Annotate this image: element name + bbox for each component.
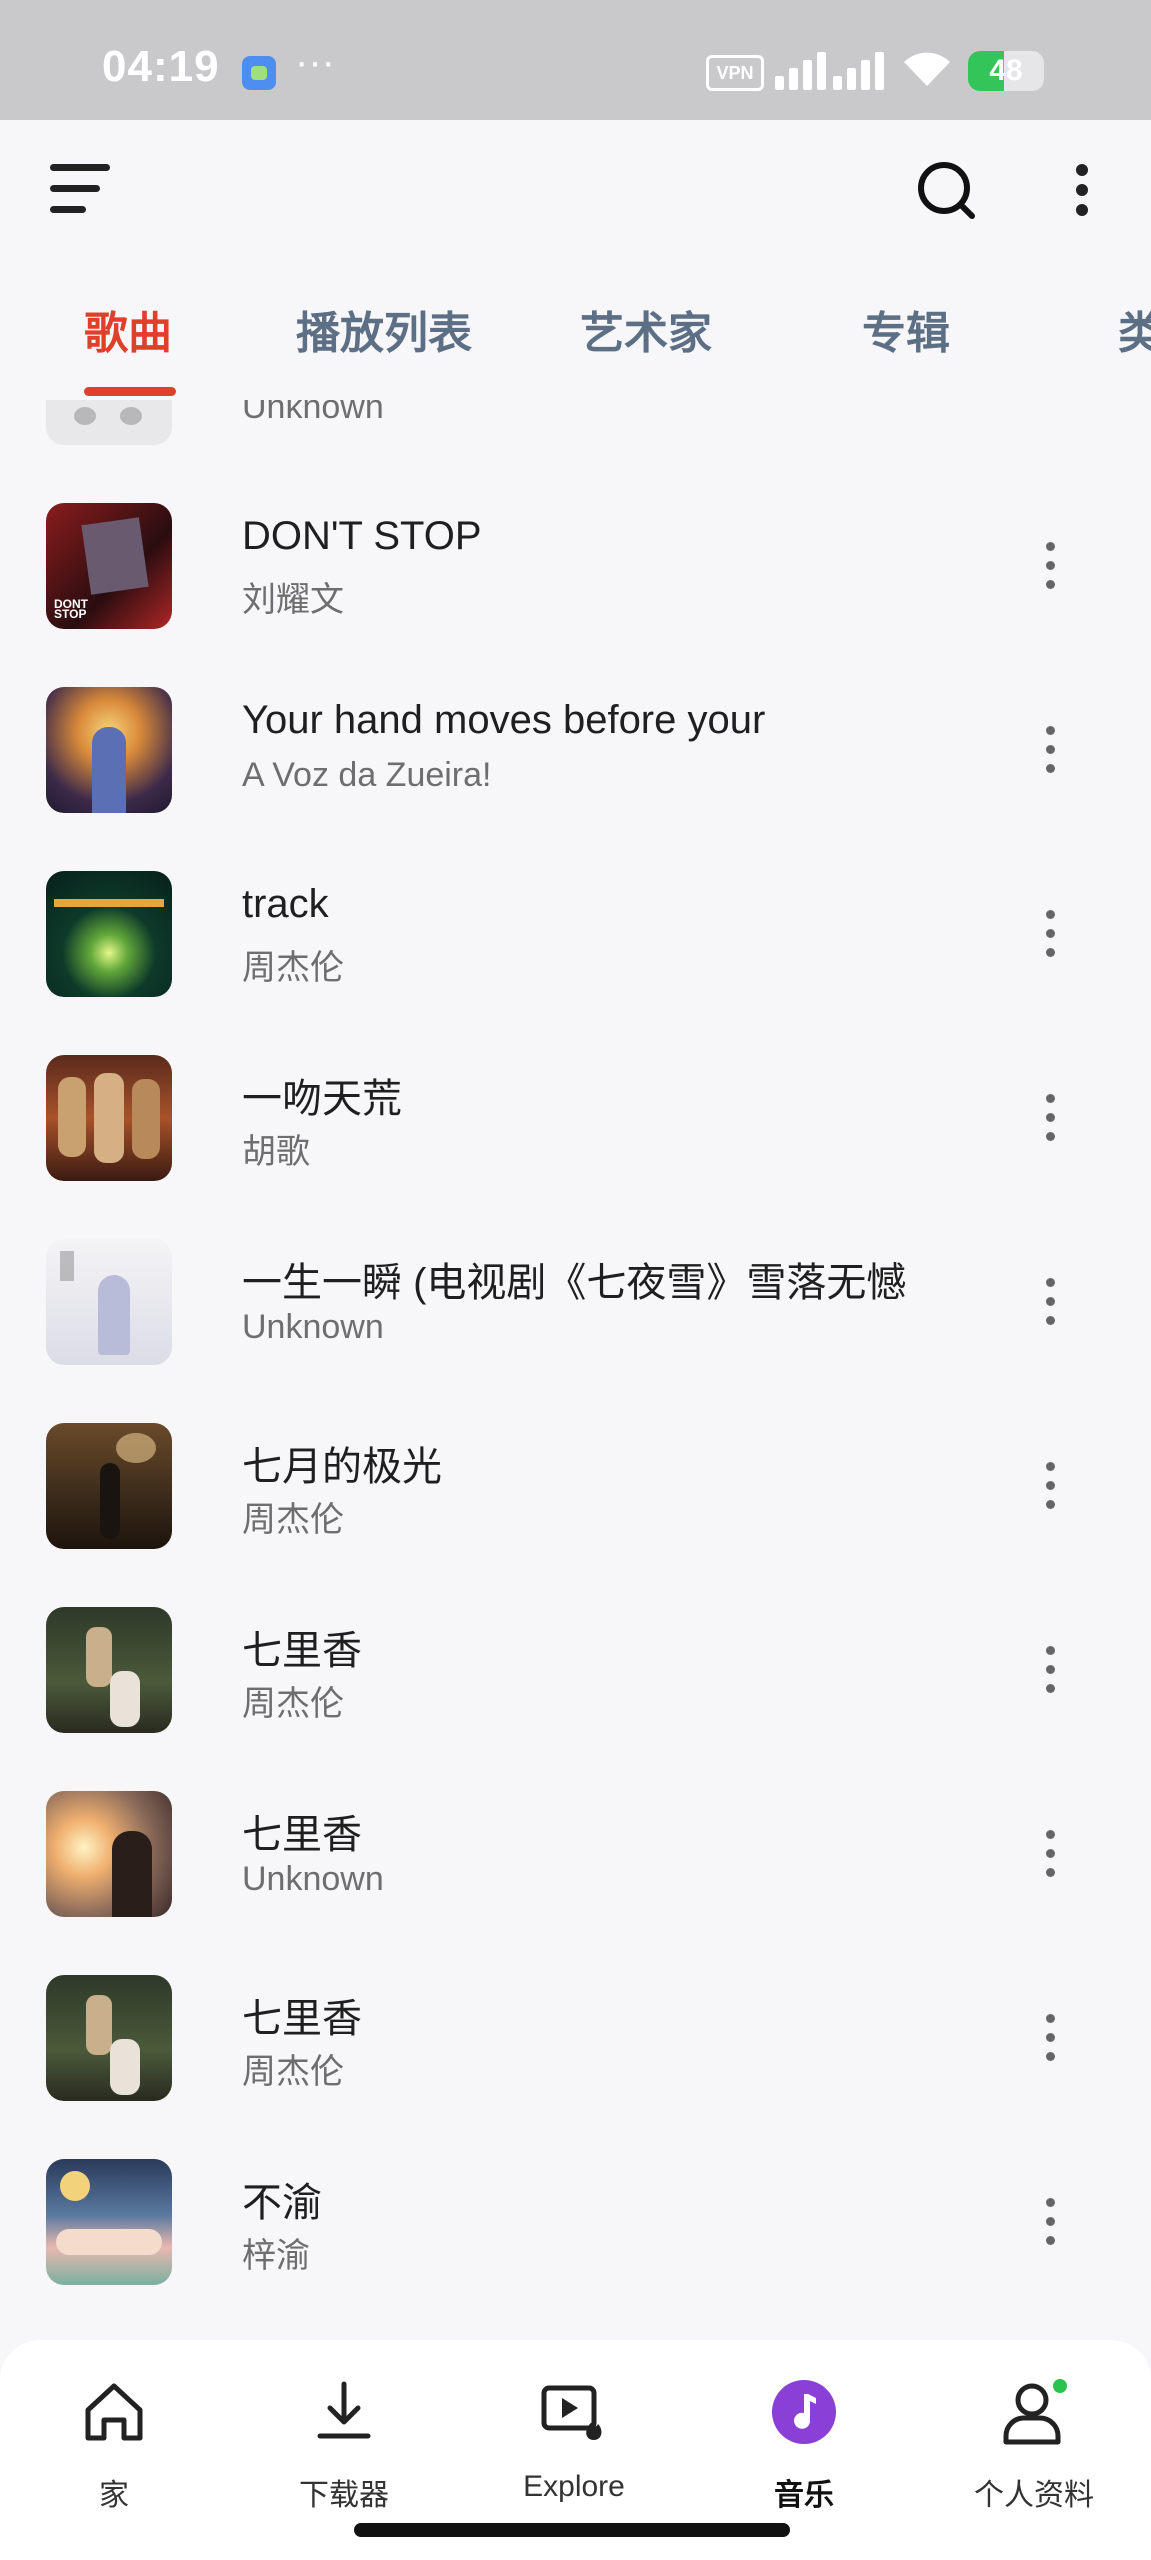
song-row[interactable]: 一生一瞬 (电视剧《七夜雪》雪落无憾 Unknown bbox=[0, 1210, 1151, 1394]
nav-music[interactable]: 音乐 bbox=[704, 2358, 904, 2528]
tab-genres[interactable]: 类 bbox=[1118, 297, 1151, 361]
song-more-options-icon[interactable] bbox=[1020, 720, 1080, 780]
active-tab-indicator bbox=[84, 387, 176, 396]
home-indicator[interactable] bbox=[354, 2523, 790, 2537]
gallery-app-icon bbox=[242, 56, 276, 90]
song-more-options-icon[interactable] bbox=[1020, 1272, 1080, 1332]
song-title: track bbox=[242, 882, 329, 926]
search-icon[interactable] bbox=[906, 150, 986, 230]
category-tabs: 歌曲 播放列表 艺术家 专辑 类 bbox=[0, 285, 1151, 400]
explore-icon bbox=[541, 2385, 602, 2440]
nav-downloader-label: 下载器 bbox=[299, 2479, 389, 2512]
song-artist: A Voz da Zueira! bbox=[242, 756, 492, 794]
nav-music-label: 音乐 bbox=[774, 2479, 834, 2512]
song-row[interactable]: track 周杰伦 bbox=[0, 842, 1151, 1026]
song-title: 不渝 bbox=[242, 2181, 322, 2225]
song-row[interactable]: 七月的极光 周杰伦 bbox=[0, 1394, 1151, 1578]
song-more-options-icon[interactable] bbox=[1020, 536, 1080, 596]
song-title: 七里香 bbox=[242, 1813, 362, 1857]
song-row[interactable]: 一吻天荒 胡歌 bbox=[0, 1026, 1151, 1210]
song-row[interactable]: Your hand moves before your A Voz da Zue… bbox=[0, 658, 1151, 842]
song-title: 七里香 bbox=[242, 1997, 362, 2041]
album-cover bbox=[46, 2159, 172, 2285]
home-icon bbox=[85, 2383, 143, 2441]
song-more-options-icon[interactable] bbox=[1020, 904, 1080, 964]
song-row[interactable]: 不渝 梓渝 bbox=[0, 2130, 1151, 2314]
more-notifications-indicator: ··· bbox=[295, 40, 335, 84]
menu-icon[interactable] bbox=[44, 150, 124, 230]
vpn-badge: VPN bbox=[706, 55, 764, 91]
song-artist: 梓渝 bbox=[242, 2237, 310, 2275]
download-icon bbox=[317, 2381, 371, 2439]
song-artist: Unknown bbox=[242, 1308, 384, 1346]
music-note-icon bbox=[772, 2380, 836, 2444]
song-more-options-icon[interactable] bbox=[1020, 2008, 1080, 2068]
tab-albums[interactable]: 专辑 bbox=[862, 297, 950, 361]
song-artist: 刘耀文 bbox=[242, 581, 344, 619]
album-cover bbox=[46, 871, 172, 997]
battery-indicator: 48 bbox=[968, 51, 1044, 91]
song-row[interactable]: DONT STOP DON'T STOP 刘耀文 bbox=[0, 474, 1151, 658]
nav-downloader[interactable]: 下载器 bbox=[244, 2358, 444, 2528]
album-cover bbox=[46, 1239, 172, 1365]
battery-percent: 48 bbox=[989, 54, 1023, 87]
album-cover bbox=[46, 687, 172, 813]
song-artist: 周杰伦 bbox=[242, 1685, 344, 1723]
song-title: 七月的极光 bbox=[242, 1445, 442, 1489]
album-cover: DONT STOP bbox=[46, 503, 172, 629]
wifi-icon bbox=[904, 52, 950, 86]
album-cover bbox=[46, 1975, 172, 2101]
song-list[interactable]: Unknown DONT STOP DON'T STOP 刘耀文 Your ha… bbox=[0, 400, 1151, 2340]
song-more-options-icon[interactable] bbox=[1020, 1088, 1080, 1148]
profile-icon bbox=[1003, 2379, 1067, 2445]
song-more-options-icon[interactable] bbox=[1020, 2192, 1080, 2252]
song-artist: 胡歌 bbox=[242, 1133, 310, 1171]
song-title: 一吻天荒 bbox=[242, 1077, 402, 1121]
nav-explore-label: Explore bbox=[523, 2470, 625, 2503]
song-artist: 周杰伦 bbox=[242, 2053, 344, 2091]
song-row[interactable]: 七里香 周杰伦 bbox=[0, 1578, 1151, 1762]
album-cover bbox=[46, 1791, 172, 1917]
song-more-options-icon[interactable] bbox=[1020, 1456, 1080, 1516]
song-artist: Unknown bbox=[242, 1860, 384, 1898]
nav-explore[interactable]: Explore bbox=[474, 2358, 674, 2528]
nav-profile[interactable]: 个人资料 bbox=[934, 2358, 1134, 2528]
album-cover bbox=[46, 400, 172, 445]
song-more-options-icon[interactable] bbox=[1020, 1824, 1080, 1884]
status-bar: 04:19 ··· VPN 48 bbox=[0, 0, 1151, 120]
tab-songs[interactable]: 歌曲 bbox=[84, 297, 172, 361]
tab-artists[interactable]: 艺术家 bbox=[580, 297, 712, 361]
song-artist: Unknown bbox=[242, 400, 384, 426]
song-title: DON'T STOP bbox=[242, 514, 482, 558]
more-vertical-icon[interactable] bbox=[1042, 150, 1122, 230]
album-cover bbox=[46, 1607, 172, 1733]
song-title: 一生一瞬 (电视剧《七夜雪》雪落无憾 bbox=[242, 1261, 907, 1305]
nav-profile-label: 个人资料 bbox=[974, 2479, 1094, 2512]
album-cover bbox=[46, 1423, 172, 1549]
tab-playlists[interactable]: 播放列表 bbox=[296, 297, 472, 361]
status-time: 04:19 bbox=[102, 42, 220, 91]
song-more-options-icon[interactable] bbox=[1020, 1640, 1080, 1700]
album-cover bbox=[46, 1055, 172, 1181]
nav-home-label: 家 bbox=[99, 2479, 129, 2512]
song-title: 七里香 bbox=[242, 1629, 362, 1673]
song-row[interactable]: 七里香 周杰伦 bbox=[0, 1946, 1151, 2130]
signal-icon bbox=[775, 52, 884, 90]
song-row[interactable]: Unknown bbox=[0, 400, 1151, 474]
nav-home[interactable]: 家 bbox=[14, 2358, 214, 2528]
song-artist: 周杰伦 bbox=[242, 1501, 344, 1539]
song-title: Your hand moves before your bbox=[242, 698, 766, 742]
song-artist: 周杰伦 bbox=[242, 949, 344, 987]
song-row[interactable]: 七里香 Unknown bbox=[0, 1762, 1151, 1946]
